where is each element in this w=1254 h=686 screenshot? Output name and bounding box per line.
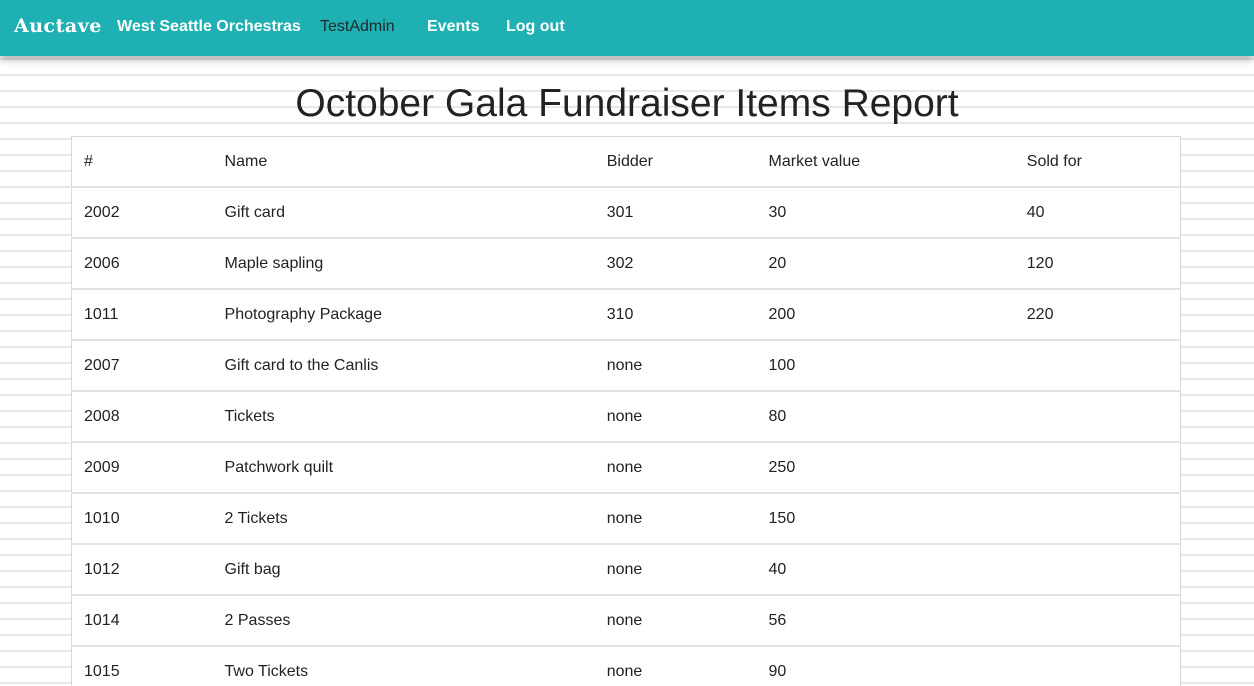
- cell-name: Gift card to the Canlis: [212, 340, 595, 392]
- cell-market-value: 90: [756, 646, 1015, 686]
- cell-sold-for: [1014, 442, 1181, 494]
- cell-market-value: 200: [756, 289, 1015, 341]
- cell-name: Photography Package: [212, 289, 595, 341]
- cell-sold-for: [1014, 391, 1181, 443]
- header-name: Name: [212, 136, 595, 188]
- cell-sold-for: [1014, 595, 1181, 647]
- table-header-row: # Name Bidder Market value Sold for: [71, 136, 1181, 188]
- cell-market-value: 80: [756, 391, 1015, 443]
- cell-name: Patchwork quilt: [212, 442, 595, 494]
- table-row: 1011 Photography Package 310 200 220: [71, 289, 1181, 341]
- cell-bidder: 301: [594, 187, 757, 239]
- cell-market-value: 20: [756, 238, 1015, 290]
- cell-market-value: 30: [756, 187, 1015, 239]
- cell-number: 2006: [71, 238, 213, 290]
- cell-number: 1012: [71, 544, 213, 596]
- nav-link-user[interactable]: TestAdmin: [320, 18, 395, 36]
- cell-bidder: none: [594, 391, 757, 443]
- cell-number: 1014: [71, 595, 213, 647]
- cell-name: Maple sapling: [212, 238, 595, 290]
- nav-link-logout[interactable]: Log out: [506, 18, 565, 36]
- cell-market-value: 150: [756, 493, 1015, 545]
- cell-sold-for: 40: [1014, 187, 1181, 239]
- header-market-value: Market value: [756, 136, 1015, 188]
- items-report-table: # Name Bidder Market value Sold for 2002…: [71, 136, 1181, 686]
- cell-name: 2 Passes: [212, 595, 595, 647]
- cell-bidder: none: [594, 646, 757, 686]
- cell-sold-for: 120: [1014, 238, 1181, 290]
- cell-bidder: none: [594, 493, 757, 545]
- table-row: 1015 Two Tickets none 90: [71, 646, 1181, 686]
- cell-name: Two Tickets: [212, 646, 595, 686]
- cell-sold-for: [1014, 340, 1181, 392]
- cell-number: 2008: [71, 391, 213, 443]
- cell-market-value: 56: [756, 595, 1015, 647]
- page-title: October Gala Fundraiser Items Report: [295, 82, 959, 125]
- cell-bidder: none: [594, 340, 757, 392]
- nav-link-organization[interactable]: West Seattle Orchestras: [117, 18, 301, 36]
- cell-sold-for: 220: [1014, 289, 1181, 341]
- table-row: 2002 Gift card 301 30 40: [71, 187, 1181, 239]
- cell-sold-for: [1014, 646, 1181, 686]
- table-row: 1014 2 Passes none 56: [71, 595, 1181, 647]
- cell-name: Gift card: [212, 187, 595, 239]
- table-row: 1012 Gift bag none 40: [71, 544, 1181, 596]
- cell-sold-for: [1014, 493, 1181, 545]
- top-navbar: Auctave West Seattle Orchestras TestAdmi…: [0, 0, 1254, 56]
- cell-bidder: none: [594, 544, 757, 596]
- cell-market-value: 250: [756, 442, 1015, 494]
- cell-name: 2 Tickets: [212, 493, 595, 545]
- cell-number: 1011: [71, 289, 213, 341]
- cell-market-value: 40: [756, 544, 1015, 596]
- header-bidder: Bidder: [594, 136, 757, 188]
- cell-number: 2007: [71, 340, 213, 392]
- table-row: 2009 Patchwork quilt none 250: [71, 442, 1181, 494]
- cell-bidder: none: [594, 595, 757, 647]
- cell-name: Tickets: [212, 391, 595, 443]
- cell-number: 2002: [71, 187, 213, 239]
- cell-bidder: 302: [594, 238, 757, 290]
- brand-logo[interactable]: Auctave: [14, 15, 102, 37]
- cell-bidder: none: [594, 442, 757, 494]
- table-row: 2008 Tickets none 80: [71, 391, 1181, 443]
- cell-market-value: 100: [756, 340, 1015, 392]
- table-row: 1010 2 Tickets none 150: [71, 493, 1181, 545]
- table-row: 2006 Maple sapling 302 20 120: [71, 238, 1181, 290]
- cell-sold-for: [1014, 544, 1181, 596]
- header-number: #: [71, 136, 213, 188]
- cell-bidder: 310: [594, 289, 757, 341]
- table-row: 2007 Gift card to the Canlis none 100: [71, 340, 1181, 392]
- cell-number: 1010: [71, 493, 213, 545]
- nav-link-events[interactable]: Events: [427, 18, 479, 36]
- cell-number: 1015: [71, 646, 213, 686]
- cell-name: Gift bag: [212, 544, 595, 596]
- cell-number: 2009: [71, 442, 213, 494]
- header-sold-for: Sold for: [1014, 136, 1181, 188]
